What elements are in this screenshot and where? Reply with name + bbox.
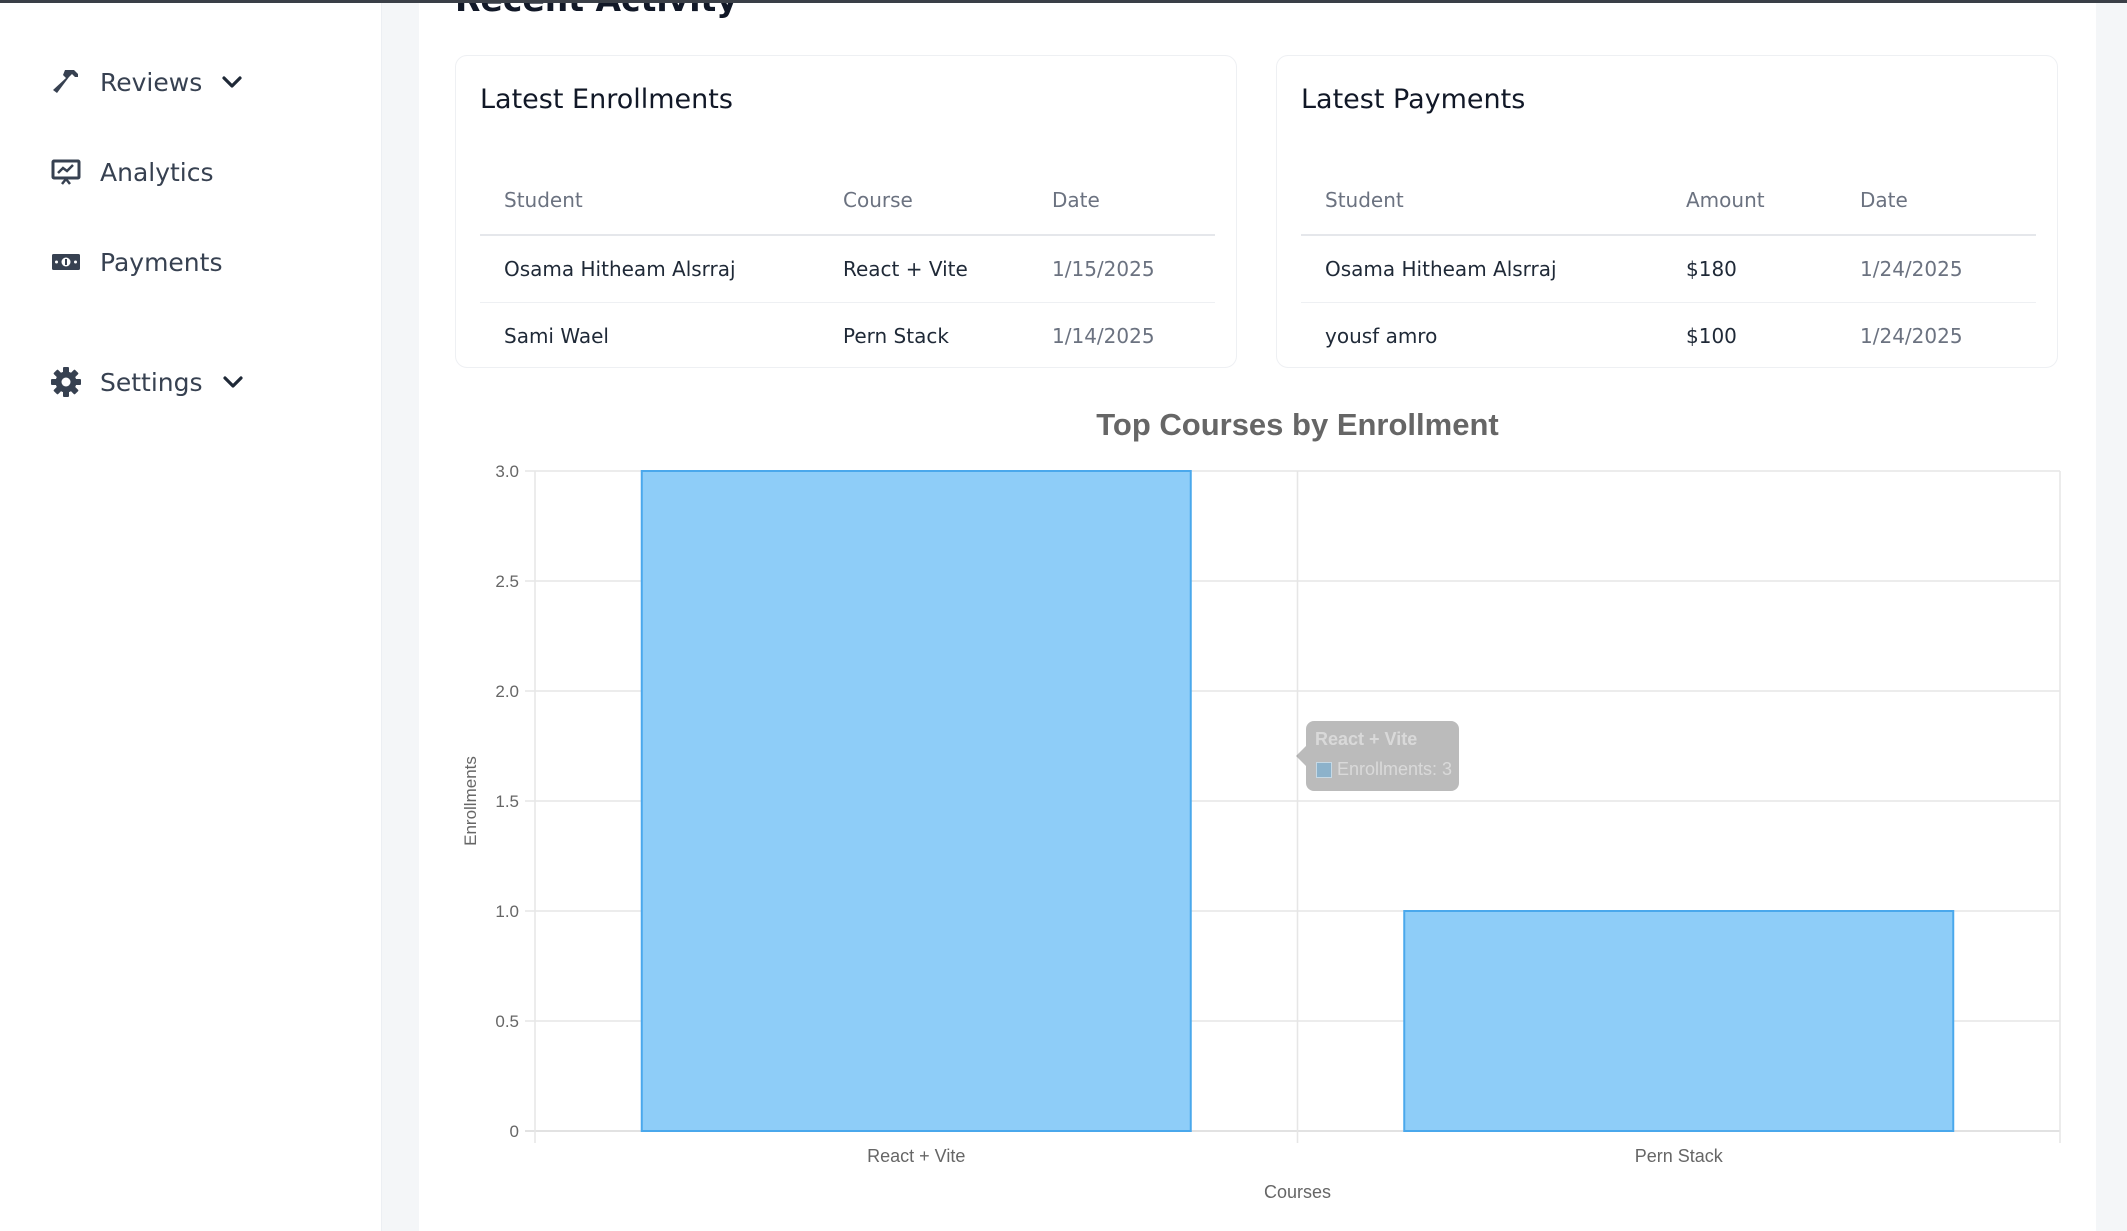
chart-canvas[interactable]: 0 0.5 1.0 1.5 2.0 2.5 3.0 React + Vite Pern Stac… <box>440 400 2080 1220</box>
latest-payments-card: Latest Payments Student Amount Date Osam… <box>1276 55 2058 368</box>
column-header-student: Student <box>1301 188 1662 236</box>
page-edge <box>2096 0 2127 1231</box>
payments-table: Student Amount Date Osama Hitheam Alsrra… <box>1301 188 2036 369</box>
amount-cell: $180 <box>1662 235 1836 303</box>
x-axis-label: Courses <box>1264 1182 1331 1202</box>
date-cell: 1/24/2025 <box>1836 235 2036 303</box>
card-title: Latest Payments <box>1301 84 1526 115</box>
presentation-chart-icon <box>50 156 82 188</box>
enrollments-table: Student Course Date Osama Hitheam Alsrra… <box>480 188 1215 369</box>
bar <box>640 470 1192 1132</box>
course-cell: Pern Stack <box>843 324 949 348</box>
tooltip-text: Enrollments: 3 <box>1337 759 1453 779</box>
amount-cell: $100 <box>1686 324 1737 348</box>
y-tick-label: 0.5 <box>495 1012 519 1031</box>
sidebar-item-analytics[interactable]: Analytics <box>50 150 214 194</box>
column-header-amount: Amount <box>1662 188 1836 236</box>
card-title: Latest Enrollments <box>480 84 733 115</box>
x-tick-label: React + Vite <box>867 1146 965 1166</box>
latest-enrollments-card: Latest Enrollments Student Course Date O… <box>455 55 1237 368</box>
column-header-date: Date <box>1836 188 2036 236</box>
column-header-student: Student <box>480 188 819 236</box>
sidebar-item-label: Reviews <box>100 67 203 97</box>
table-row: Osama Hitheam Alsrraj $180 1/24/2025 <box>1301 235 2036 303</box>
y-tick-label: 3.0 <box>495 462 519 481</box>
bar <box>1403 910 1955 1132</box>
chevron-down-icon[interactable] <box>220 70 244 94</box>
student-cell: Osama Hitheam Alsrraj <box>1301 235 1662 303</box>
student-cell: yousf amro <box>1325 324 1438 348</box>
column-header-course: Course <box>819 188 1028 236</box>
sidebar-item-payments[interactable]: Payments <box>50 240 222 284</box>
date-cell: 1/15/2025 <box>1028 235 1215 303</box>
chevron-down-icon[interactable] <box>221 370 245 394</box>
y-tick-label: 1.0 <box>495 902 519 921</box>
student-cell: Sami Wael <box>504 324 609 348</box>
chart-tooltip: React + Vite Enrollments: 3 <box>1296 721 1459 791</box>
tooltip-row: Enrollments: 3 <box>1316 759 1452 780</box>
date-cell: 1/24/2025 <box>1860 324 1963 348</box>
table-row: Osama Hitheam Alsrraj React + Vite 1/15/… <box>480 235 1215 303</box>
money-bill-icon <box>50 246 82 278</box>
x-tick-label: Pern Stack <box>1635 1146 1724 1166</box>
enrollment-chart: 0 0.5 1.0 1.5 2.0 2.5 3.0 React + Vite Pern Stac… <box>440 400 2080 1220</box>
y-tick-label: 2.0 <box>495 682 519 701</box>
sidebar-item-settings[interactable]: Settings <box>50 360 245 404</box>
y-tick-label: 0 <box>510 1122 519 1141</box>
sidebar-item-label: Analytics <box>100 157 214 187</box>
sidebar: Reviews Analytics Payments Settings <box>0 0 382 1231</box>
course-cell: React + Vite <box>819 235 1028 303</box>
chart-title: Top Courses by Enrollment <box>1096 407 1498 442</box>
gear-icon <box>50 366 82 398</box>
y-tick-label: 2.5 <box>495 572 519 591</box>
date-cell: 1/14/2025 <box>1052 324 1155 348</box>
top-border <box>0 0 2127 3</box>
y-axis-label: Enrollments <box>461 756 480 846</box>
sidebar-item-label: Payments <box>100 247 223 277</box>
tooltip-swatch <box>1316 761 1332 778</box>
sidebar-item-label: Settings <box>100 367 203 397</box>
y-tick-label: 1.5 <box>495 792 519 811</box>
table-row: Sami Wael Pern Stack 1/14/2025 <box>480 303 1215 370</box>
tooltip-title: React + Vite <box>1315 729 1418 749</box>
hammer-icon <box>50 66 82 98</box>
table-row: yousf amro $100 1/24/2025 <box>1301 303 2036 370</box>
sidebar-item-reviews[interactable]: Reviews <box>50 60 244 104</box>
column-header-date: Date <box>1028 188 1215 236</box>
student-cell: Osama Hitheam Alsrraj <box>480 235 819 303</box>
